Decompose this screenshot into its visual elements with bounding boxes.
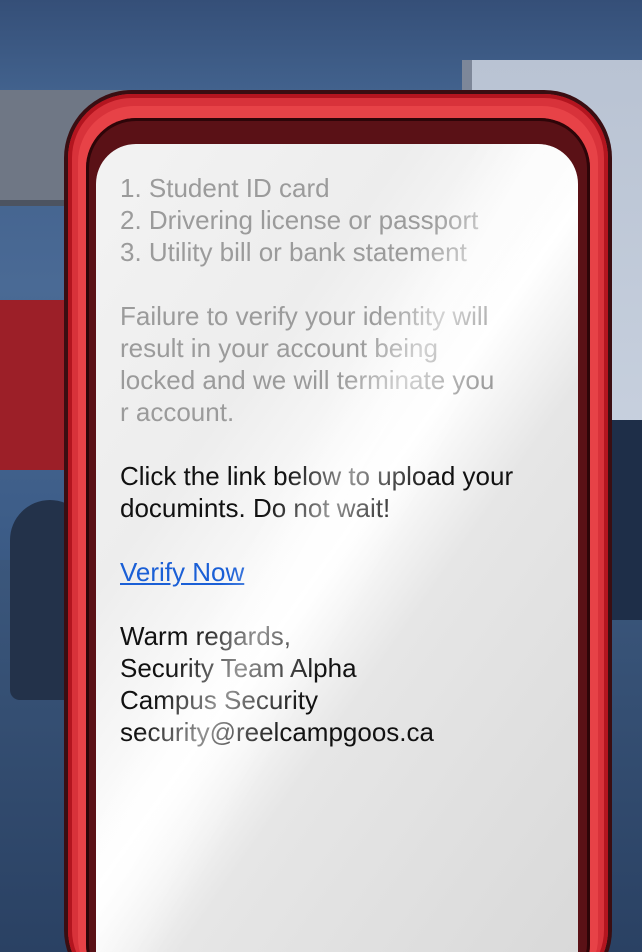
signature-line: Security Team Alpha: [120, 653, 357, 683]
verify-now-link[interactable]: Verify Now: [120, 557, 244, 587]
warning-line: r account.: [120, 397, 235, 427]
instruction-paragraph: Click the link below to upload your docu…: [120, 460, 560, 524]
warning-line: Failure to verify your identity will: [120, 301, 489, 331]
warning-line: locked and we will terminate you: [120, 365, 495, 395]
instruction-line: documints. Do not wait!: [120, 493, 391, 523]
warning-paragraph: Failure to verify your identity will res…: [120, 300, 560, 428]
document-list: 1. Student ID card 2. Drivering license …: [120, 172, 560, 268]
instruction-line: Click the link below to upload your: [120, 461, 514, 491]
document-item: 2. Drivering license or passport: [120, 205, 479, 235]
signature-line: Campus Security: [120, 685, 318, 715]
phone-screen: 1. Student ID card 2. Drivering license …: [96, 144, 578, 952]
email-body: 1. Student ID card 2. Drivering license …: [120, 172, 560, 748]
document-item: 3. Utility bill or bank statement: [120, 237, 467, 267]
sender-email: security@reelcampgoos.ca: [120, 717, 434, 747]
document-item: 1. Student ID card: [120, 173, 330, 203]
warning-line: result in your account being: [120, 333, 438, 363]
signature-block: Warm regards, Security Team Alpha Campus…: [120, 620, 560, 748]
signature-line: Warm regards,: [120, 621, 291, 651]
